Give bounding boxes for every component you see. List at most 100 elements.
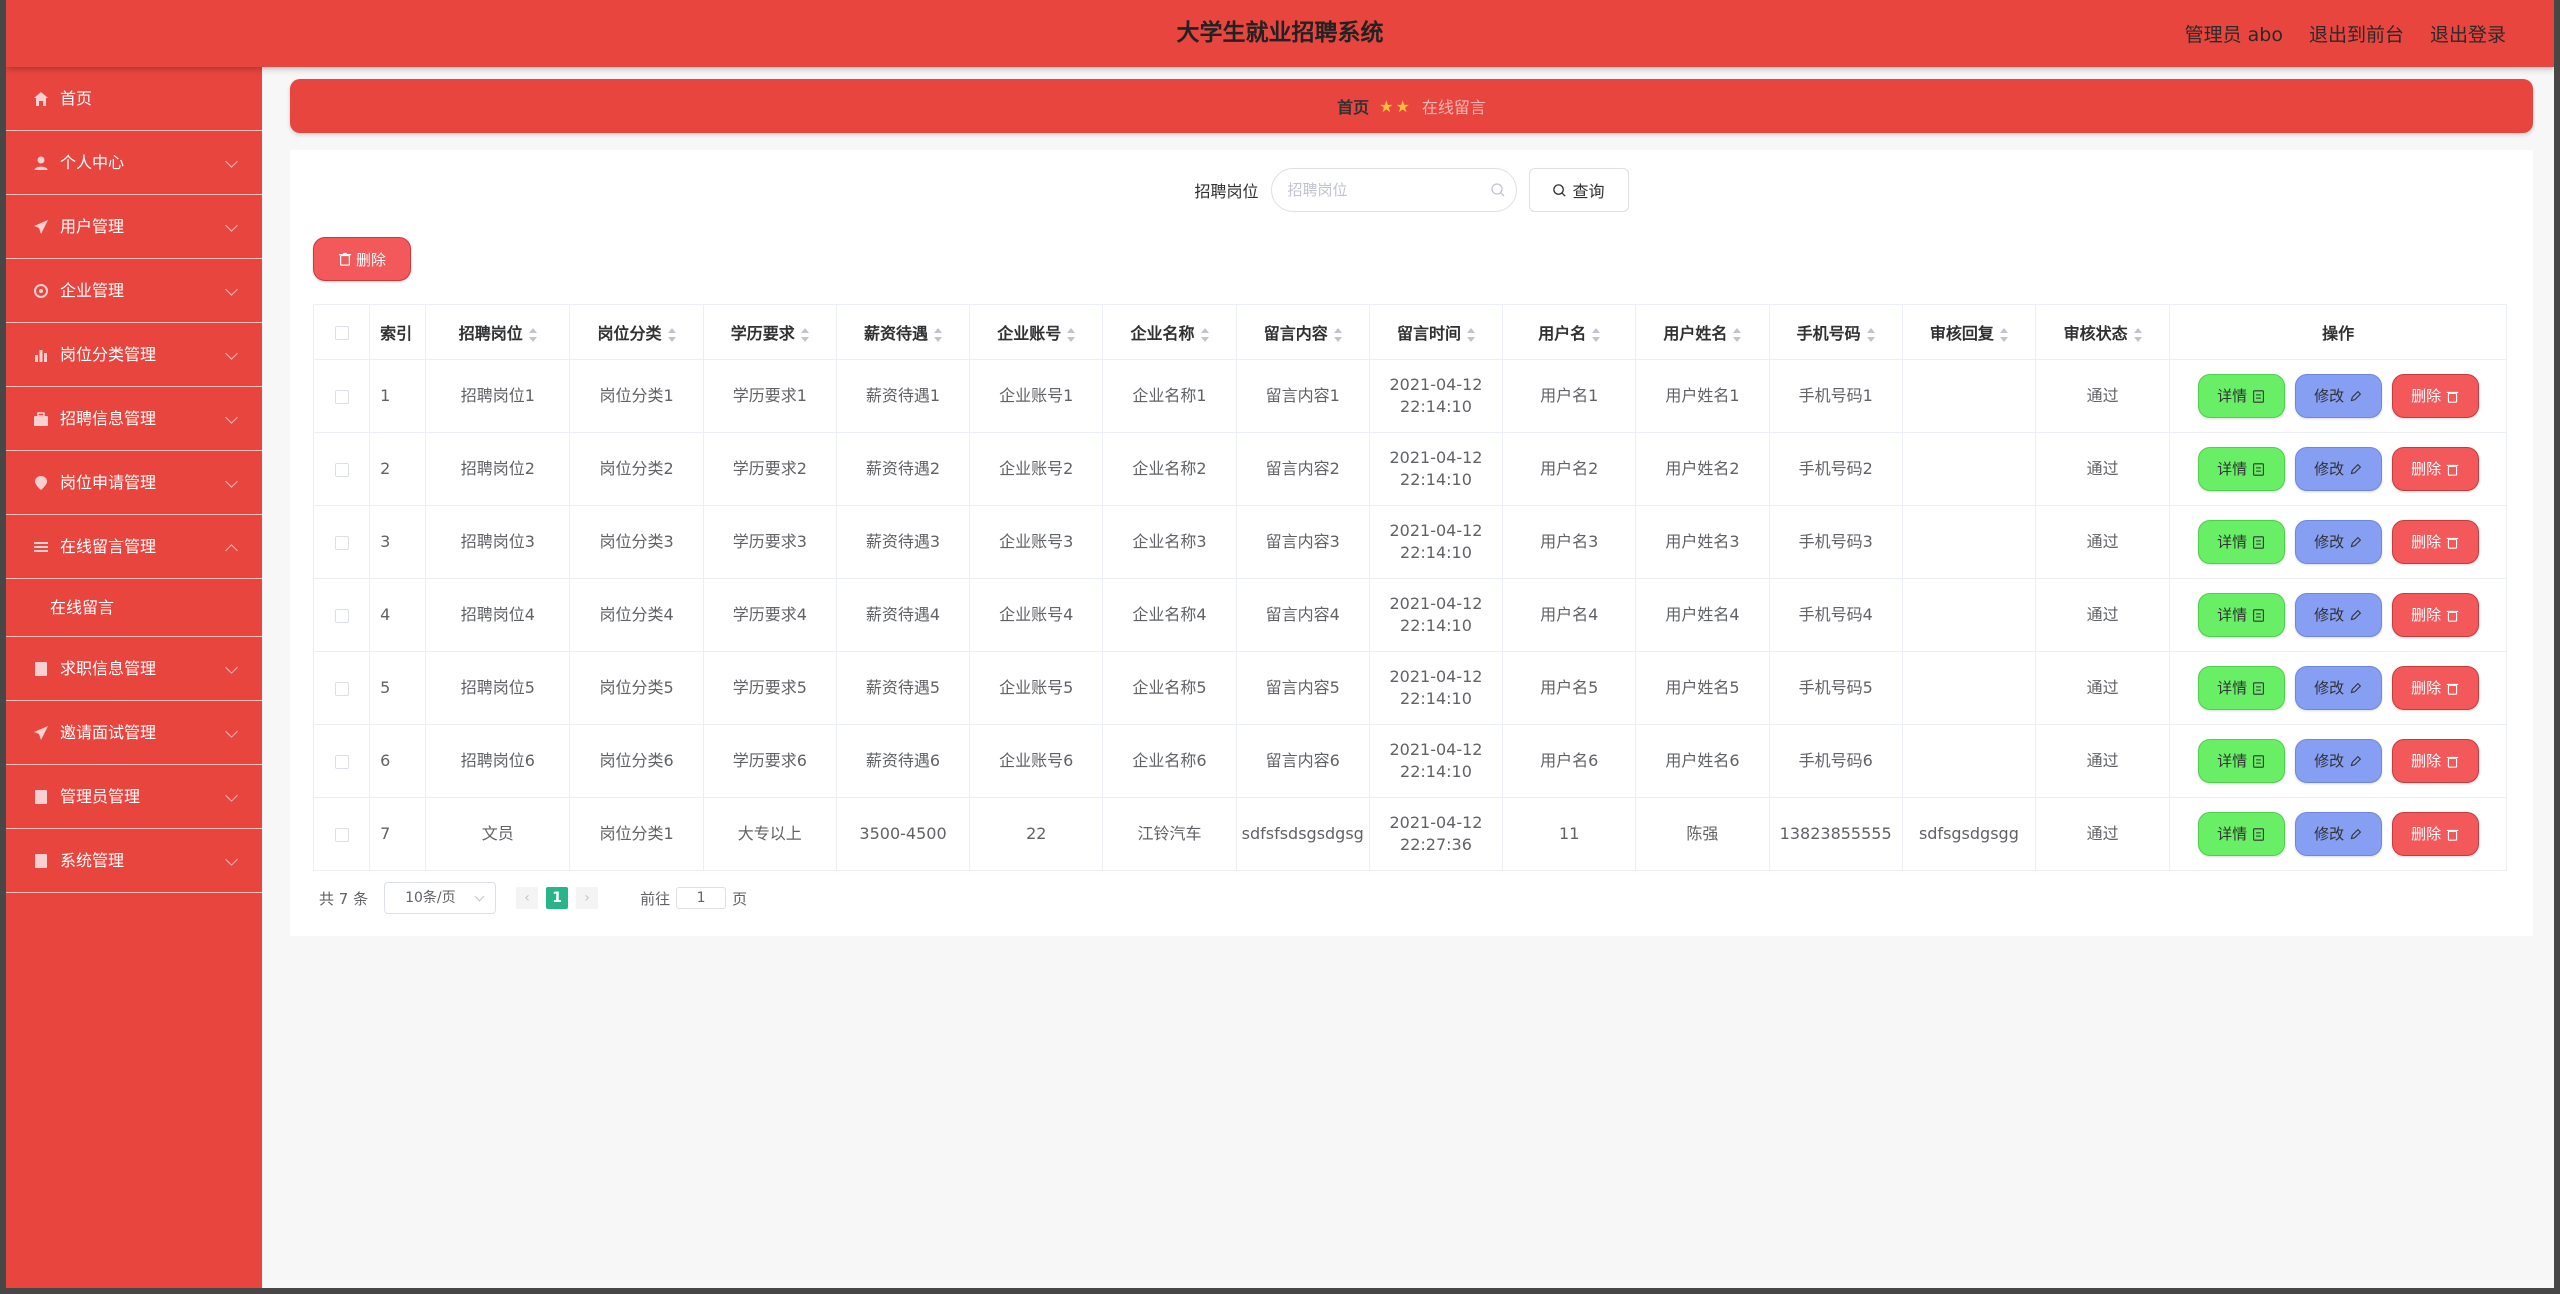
delete-button[interactable]: 删除: [2391, 447, 2479, 491]
sidebar-item-job-application-management[interactable]: 岗位申请管理: [6, 451, 262, 515]
edit-button[interactable]: 修改: [2294, 520, 2382, 564]
query-button[interactable]: 查询: [1528, 168, 1629, 212]
sidebar-item-personal-center[interactable]: 个人中心: [6, 131, 262, 195]
sidebar-item-company-management[interactable]: 企业管理: [6, 259, 262, 323]
delete-button[interactable]: 删除: [2391, 374, 2479, 418]
column-header-sortable[interactable]: 岗位分类: [569, 304, 704, 360]
row-checkbox[interactable]: [334, 754, 349, 769]
column-header-sortable[interactable]: 用户姓名: [1635, 304, 1770, 360]
actions-cell: 详情 修改 删除: [2169, 359, 2507, 433]
table-row: 2 招聘岗位2 岗位分类2 学历要求2 薪资待遇2 企业账号2 企业名称2 留言内容2 2021…: [312, 432, 2507, 506]
sort-icon[interactable]: [1733, 327, 1742, 342]
column-header-sortable[interactable]: 审核回复: [1901, 304, 2037, 360]
table-cell: 文员: [425, 797, 571, 871]
edit-button[interactable]: 修改: [2294, 666, 2382, 710]
sort-icon[interactable]: [1466, 327, 1475, 342]
sidebar-item-system-management[interactable]: 系统管理: [6, 829, 262, 893]
column-header-sortable[interactable]: 企业账号: [969, 304, 1104, 360]
column-header-sortable[interactable]: 用户名: [1502, 304, 1637, 360]
pagination: 共 7 条 10条/页 ‹ 1 › 前往 页: [319, 882, 747, 914]
sidebar-item-recruitment-info-management[interactable]: 招聘信息管理: [6, 387, 262, 451]
table-cell: 企业账号5: [969, 651, 1104, 725]
sidebar-item-user-management[interactable]: 用户管理: [6, 195, 262, 259]
detail-button[interactable]: 详情: [2197, 374, 2285, 418]
breadcrumb-home[interactable]: 首页: [1337, 94, 1369, 118]
detail-button[interactable]: 详情: [2197, 739, 2285, 783]
sort-icon[interactable]: [800, 327, 809, 342]
page-jump-input[interactable]: [676, 887, 727, 909]
table-cell: 通过: [2035, 797, 2171, 871]
column-header-sortable[interactable]: 学历要求: [702, 304, 837, 360]
trash-icon: [2446, 683, 2459, 695]
delete-button[interactable]: 删除: [2391, 812, 2479, 856]
sidebar-item-job-seeking-info-management[interactable]: 求职信息管理: [6, 637, 262, 701]
detail-button[interactable]: 详情: [2197, 666, 2285, 710]
sidebar-item-job-category-management[interactable]: 岗位分类管理: [6, 323, 262, 387]
row-checkbox[interactable]: [334, 535, 349, 550]
sort-icon[interactable]: [1866, 327, 1875, 342]
sort-icon[interactable]: [1200, 327, 1209, 342]
sort-icon[interactable]: [1999, 327, 2008, 342]
table-cell: 招聘岗位1: [425, 359, 571, 433]
row-checkbox[interactable]: [334, 608, 349, 623]
table-cell: 企业账号3: [969, 505, 1104, 579]
edit-button[interactable]: 修改: [2294, 593, 2382, 637]
sidebar-item-admin-management[interactable]: 管理员管理: [6, 765, 262, 829]
edit-button[interactable]: 修改: [2294, 447, 2382, 491]
select-all-checkbox[interactable]: [334, 326, 349, 340]
sort-icon[interactable]: [1067, 327, 1076, 342]
column-header-sortable[interactable]: 审核状态: [2035, 304, 2171, 360]
delete-button[interactable]: 删除: [2391, 593, 2479, 637]
column-header-sortable[interactable]: 薪资待遇: [835, 304, 971, 360]
detail-button[interactable]: 详情: [2197, 447, 2285, 491]
page-size-select[interactable]: 10条/页: [384, 882, 497, 914]
row-checkbox[interactable]: [334, 389, 349, 404]
sort-icon[interactable]: [1333, 327, 1342, 342]
column-header-sortable[interactable]: 手机号码: [1768, 304, 1903, 360]
table-cell: [1901, 724, 2037, 798]
column-header-sortable[interactable]: 留言内容: [1235, 304, 1370, 360]
row-checkbox[interactable]: [334, 681, 349, 696]
edit-button[interactable]: 修改: [2294, 812, 2382, 856]
detail-button[interactable]: 详情: [2197, 812, 2285, 856]
table-cell: 学历要求1: [702, 359, 837, 433]
sort-icon[interactable]: [2133, 327, 2142, 342]
edit-button[interactable]: 修改: [2294, 739, 2382, 783]
delete-button-label: 删除: [2411, 387, 2442, 405]
sidebar-item-online-message-management[interactable]: 在线留言管理: [6, 515, 262, 579]
table-cell: 1: [369, 359, 427, 433]
edit-button[interactable]: 修改: [2294, 374, 2382, 418]
column-header-sortable[interactable]: 企业名称: [1102, 304, 1237, 360]
page-number-button[interactable]: 1: [546, 887, 569, 909]
row-checkbox[interactable]: [334, 827, 349, 842]
next-page-button[interactable]: ›: [576, 887, 599, 909]
table-cell: 通过: [2035, 724, 2171, 798]
sort-icon[interactable]: [528, 327, 537, 342]
edit-button-label: 修改: [2314, 825, 2345, 843]
sort-icon[interactable]: [1592, 327, 1601, 342]
batch-delete-button[interactable]: 删除: [313, 237, 411, 281]
logout-link[interactable]: 退出登录: [2430, 20, 2506, 47]
delete-button[interactable]: 删除: [2391, 666, 2479, 710]
detail-button[interactable]: 详情: [2197, 520, 2285, 564]
sidebar-subitem-online-message[interactable]: 在线留言: [6, 579, 262, 637]
jump-suffix: 页: [732, 889, 748, 908]
document-icon: [32, 852, 50, 870]
actions-cell: 详情 修改 删除: [2169, 797, 2507, 871]
search-input[interactable]: [1271, 169, 1516, 211]
column-header-sortable[interactable]: 招聘岗位: [425, 304, 571, 360]
exit-to-front-link[interactable]: 退出到前台: [2309, 20, 2404, 47]
delete-button[interactable]: 删除: [2391, 520, 2479, 564]
sort-icon[interactable]: [667, 327, 676, 342]
column-header-sortable[interactable]: 留言时间: [1368, 304, 1504, 360]
delete-button[interactable]: 删除: [2391, 739, 2479, 783]
detail-button[interactable]: 详情: [2197, 593, 2285, 637]
row-checkbox[interactable]: [334, 462, 349, 477]
header-actions: 管理员 abo 退出到前台 退出登录: [2185, 0, 2506, 67]
sort-icon[interactable]: [934, 327, 943, 342]
prev-page-button[interactable]: ‹: [516, 887, 539, 909]
sidebar-item-home[interactable]: 首页: [6, 67, 262, 131]
document-icon: [32, 788, 50, 806]
sidebar-item-interview-invitation-management[interactable]: 邀请面试管理: [6, 701, 262, 765]
table-cell: 招聘岗位4: [425, 578, 571, 652]
